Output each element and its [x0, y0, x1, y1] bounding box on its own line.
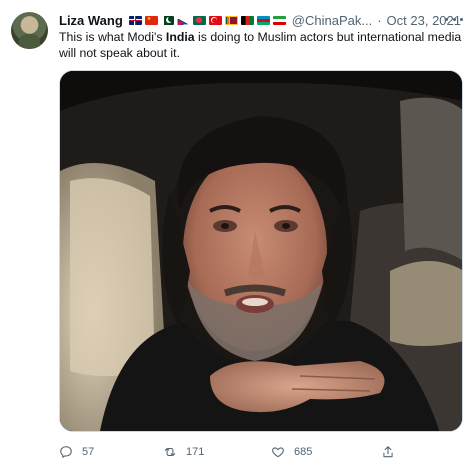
like-action[interactable]: 685 — [271, 443, 312, 461]
author-handle[interactable]: @ChinaPak... — [292, 13, 372, 28]
bangladesh-flag-icon — [192, 15, 206, 25]
photo-of-man-in-car-icon — [60, 71, 462, 431]
author-name[interactable]: Liza Wang — [59, 13, 123, 28]
sri-lanka-flag-icon — [224, 15, 238, 25]
retweet-count: 171 — [186, 446, 205, 458]
uk-flag-icon — [128, 15, 142, 25]
share-icon — [383, 446, 393, 458]
china-flag-icon: ★ — [144, 15, 158, 25]
turkey-flag-icon — [208, 15, 222, 25]
pakistan-flag-icon — [160, 15, 174, 25]
reply-icon — [60, 446, 72, 458]
heart-icon — [272, 447, 284, 458]
tweet-text-before: This is what Modi's — [59, 30, 166, 44]
more-options-icon[interactable] — [445, 12, 463, 26]
reply-action[interactable]: 57 — [59, 443, 94, 461]
tweet-text: This is what Modi's India is doing to Mu… — [59, 30, 464, 61]
like-count: 685 — [294, 446, 313, 458]
azerbaijan-flag-icon — [256, 15, 270, 25]
share-action[interactable] — [381, 443, 395, 461]
tweet-header: Liza Wang ★ @ChinaPak... · Oct 23, 2021 — [59, 11, 461, 29]
retweet-icon — [164, 447, 176, 457]
header-separator: · — [377, 12, 382, 28]
iran-flag-icon — [272, 15, 286, 25]
flag-emoji-list: ★ — [128, 15, 286, 25]
retweet-action[interactable]: 171 — [163, 443, 204, 461]
afghanistan-flag-icon — [240, 15, 254, 25]
tweet-actions-bar: 57 171 685 — [59, 443, 463, 461]
tweet-text-bold: India — [165, 30, 195, 44]
tweet-card[interactable]: Liza Wang ★ @ChinaPak... · Oct 23, 2021 … — [0, 0, 475, 469]
nepal-flag-icon — [177, 16, 190, 25]
reply-count: 57 — [82, 446, 95, 458]
tweet-photo[interactable] — [59, 70, 463, 432]
author-avatar[interactable] — [11, 12, 48, 49]
